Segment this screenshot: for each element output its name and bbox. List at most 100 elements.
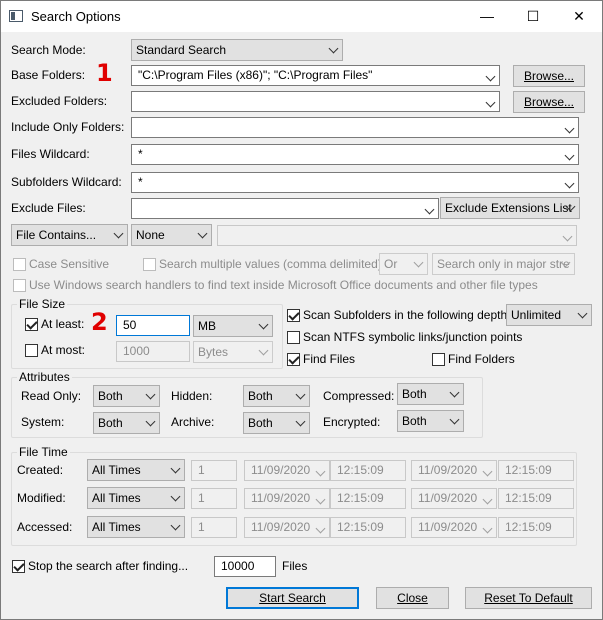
compressed-dropdown[interactable]: Both [397,383,464,405]
chevron-down-icon [295,416,306,427]
accessed-time1-picker[interactable]: 12:15:09 [330,517,406,538]
scan-ntfs-label: Scan NTFS symbolic links/junction points [303,330,523,344]
scan-depth-value: Unlimited [511,308,562,322]
read-only-dropdown[interactable]: Both [93,385,160,407]
attributes-title: Attributes [17,370,72,384]
modified-time2-picker[interactable]: 12:15:09 [498,488,574,509]
multiple-values-label: Search multiple values (comma delimited) [159,257,382,271]
modified-date2-picker[interactable]: 11/09/2020 [411,488,497,509]
hidden-dropdown[interactable]: Both [243,385,310,407]
chevron-down-icon [258,345,269,356]
stop-after-count-input[interactable]: 10000 [214,556,276,577]
modified-time1-picker[interactable]: 12:15:09 [330,488,406,509]
archive-dropdown[interactable]: Both [243,412,310,434]
maximize-button[interactable]: ☐ [510,1,556,32]
hidden-label: Hidden: [171,389,213,403]
base-folders-input[interactable]: "C:\Program Files (x86)"; "C:\Program Fi… [131,65,500,86]
accessed-date2-picker[interactable]: 11/09/2020 [411,517,497,538]
created-time2-picker[interactable]: 12:15:09 [498,460,574,481]
created-date1-picker[interactable]: 11/09/2020 [244,460,330,481]
find-files-checkbox[interactable] [287,353,300,366]
at-least-checkbox[interactable] [25,318,38,331]
file-contains-dropdown[interactable]: File Contains... [11,224,128,246]
scan-subfolders-label: Scan Subfolders in the following depth: [303,308,511,322]
scan-depth-dropdown[interactable]: Unlimited [506,304,592,326]
chevron-down-icon [170,463,181,474]
chevron-down-icon [562,231,573,242]
include-only-folders-input[interactable] [131,117,579,138]
created-date2-picker[interactable]: 11/09/2020 [411,460,497,481]
find-folders-checkbox[interactable] [432,353,445,366]
created-num-input[interactable]: 1 [191,460,237,481]
accessed-time2-picker[interactable]: 12:15:09 [498,517,574,538]
close-button[interactable]: Close [376,587,449,609]
contains-text-input[interactable] [217,225,577,246]
scan-subfolders-checkbox[interactable] [287,309,300,322]
modified-date2-value: 11/09/2020 [418,491,478,505]
find-folders-label: Find Folders [448,352,515,366]
accessed-date1-picker[interactable]: 11/09/2020 [244,517,330,538]
accessed-mode-value: All Times [92,520,141,534]
excluded-folders-input[interactable] [131,91,500,112]
accessed-time2-value: 12:15:09 [505,520,552,534]
accessed-date2-value: 11/09/2020 [418,520,478,534]
chevron-down-icon [564,150,575,161]
at-most-value: 1000 [123,344,150,358]
start-search-button[interactable]: Start Search [226,587,359,609]
chevron-down-icon [170,520,181,531]
find-files-label: Find Files [303,352,356,366]
system-dropdown[interactable]: Both [93,412,160,434]
multiple-values-checkbox[interactable] [143,258,156,271]
created-mode-dropdown[interactable]: All Times [87,459,185,481]
files-wildcard-input[interactable]: * [131,144,579,165]
search-mode-dropdown[interactable]: Standard Search [131,39,343,61]
chevron-down-icon [413,257,424,268]
compressed-label: Compressed: [323,389,395,403]
modified-num-input[interactable]: 1 [191,488,237,509]
minimize-button[interactable]: — [464,1,510,32]
or-dropdown[interactable]: Or [379,253,428,275]
created-time1-picker[interactable]: 12:15:09 [330,460,406,481]
modified-mode-dropdown[interactable]: All Times [87,487,185,509]
at-least-unit-dropdown[interactable]: MB [193,315,273,337]
at-most-unit-value: Bytes [198,345,229,359]
close-label: Close [397,591,428,605]
contains-type-dropdown[interactable]: None [131,224,212,246]
at-most-unit-dropdown[interactable]: Bytes [193,341,273,363]
created-time1-value: 12:15:09 [337,463,384,477]
exclude-files-input[interactable] [131,198,439,219]
search-mode-label: Search Mode: [11,43,86,57]
archive-value: Both [248,416,273,430]
accessed-num-input[interactable]: 1 [191,517,237,538]
stream-dropdown[interactable]: Search only in major stre [432,253,575,275]
modified-date1-picker[interactable]: 11/09/2020 [244,488,330,509]
base-folders-browse-button[interactable]: Browse... [513,65,585,87]
stop-after-checkbox[interactable] [12,560,25,573]
chevron-down-icon [564,123,575,134]
windows-handlers-checkbox[interactable] [13,279,26,292]
chevron-down-icon [482,466,493,477]
start-search-label: Start Search [259,591,326,605]
scan-ntfs-checkbox[interactable] [287,331,300,344]
reset-to-default-button[interactable]: Reset To Default [465,587,592,609]
title-bar: Search Options — ☐ ✕ [1,1,602,32]
subfolders-wildcard-input[interactable]: * [131,172,579,193]
files-wildcard-label: Files Wildcard: [11,147,90,161]
exclude-files-mode-dropdown[interactable]: Exclude Extensions List [440,197,580,219]
at-most-checkbox[interactable] [25,344,38,357]
subfolders-wildcard-value: * [138,175,143,189]
created-label: Created: [17,463,64,477]
at-least-input[interactable]: 50 [116,315,190,336]
excluded-folders-browse-button[interactable]: Browse... [513,91,585,113]
file-time-title: File Time [17,445,70,459]
encrypted-dropdown[interactable]: Both [397,410,464,432]
case-sensitive-checkbox[interactable] [13,258,26,271]
browse-label: Browse... [523,95,574,109]
stop-after-label: Stop the search after finding... [28,559,189,573]
window-title: Search Options [31,9,121,24]
close-window-button[interactable]: ✕ [556,1,602,32]
modified-time1-value: 12:15:09 [337,491,384,505]
accessed-mode-dropdown[interactable]: All Times [87,516,185,538]
chevron-down-icon [197,228,208,239]
at-most-input[interactable]: 1000 [116,341,190,362]
